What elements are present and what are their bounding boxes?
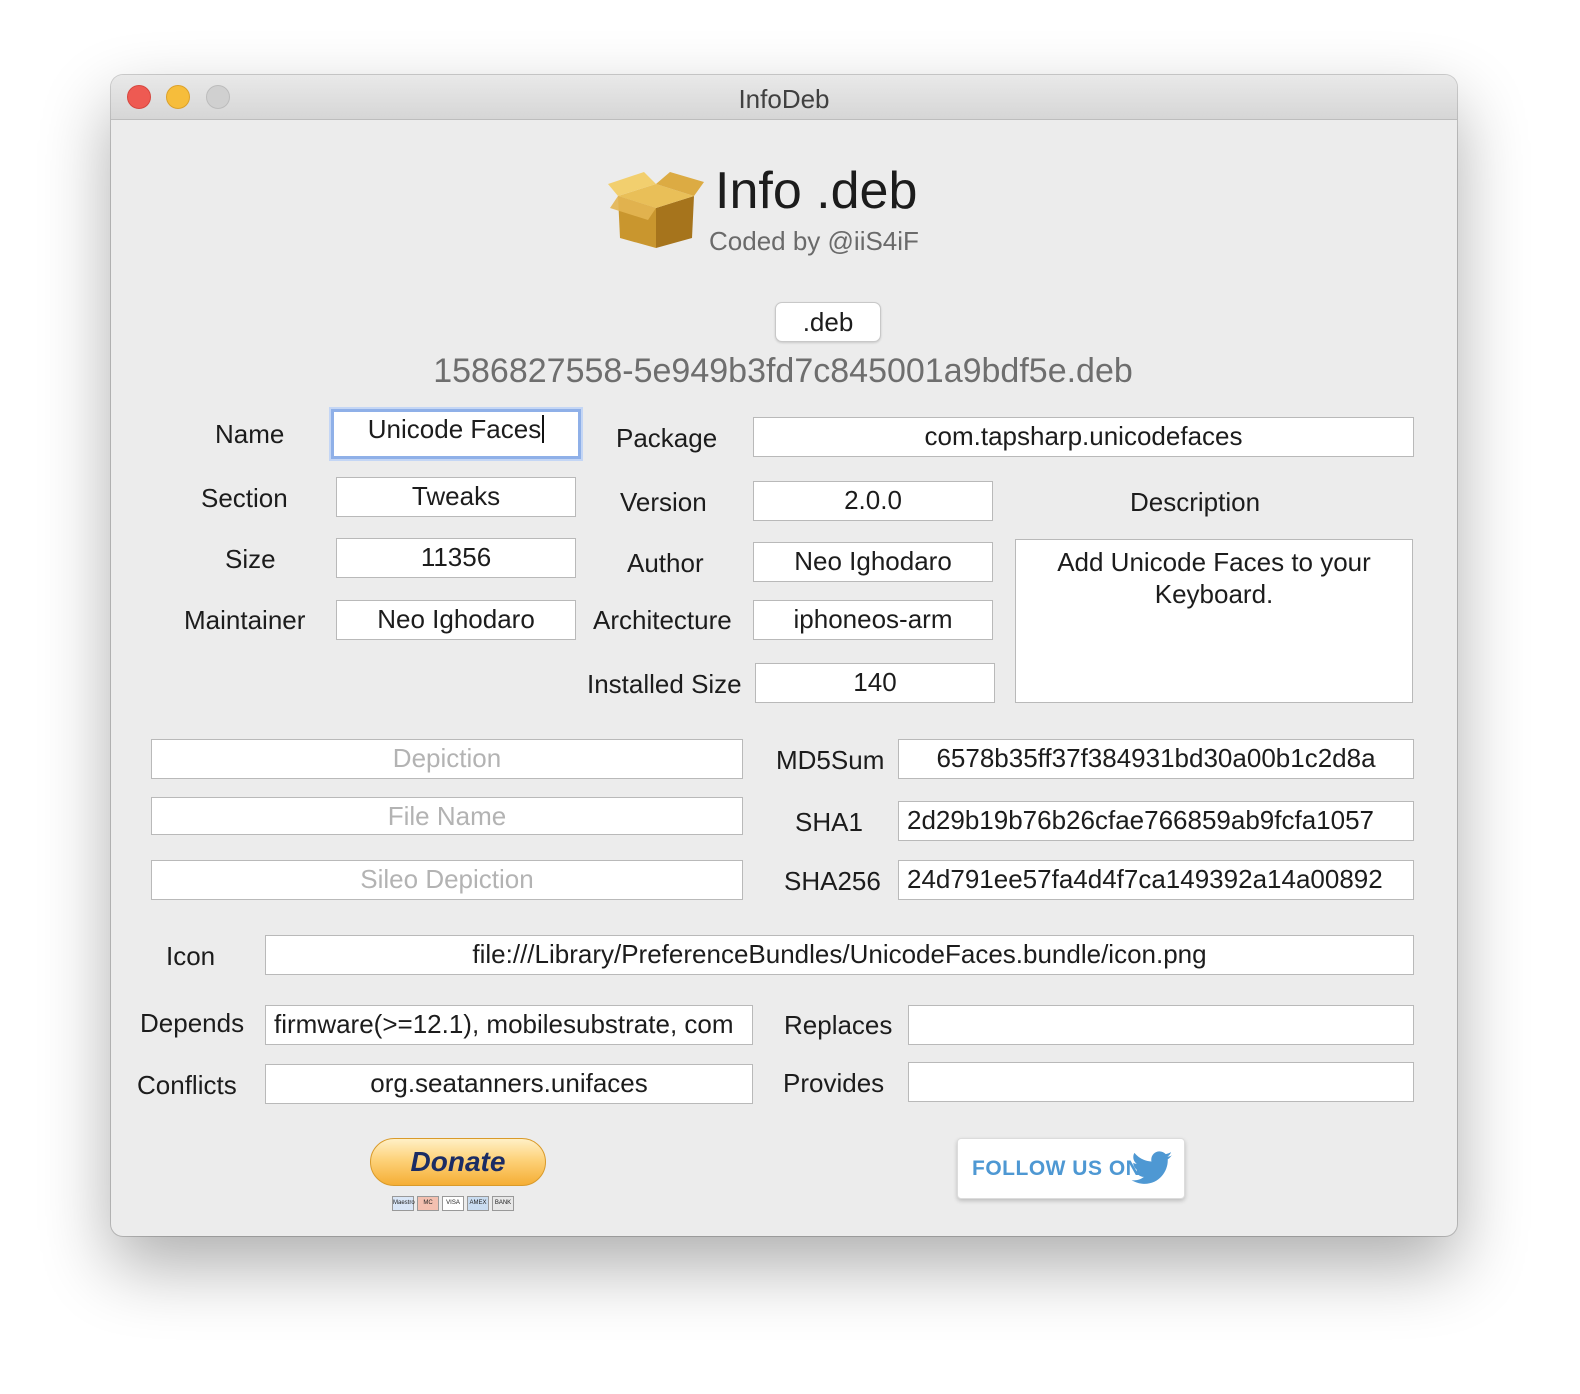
depends-label: Depends <box>140 1008 245 1038</box>
maintainer-field[interactable]: Neo Ighodaro <box>336 600 576 640</box>
amex-card-icon: AMEX <box>467 1196 489 1211</box>
architecture-label: Architecture <box>593 605 732 635</box>
author-label: Author <box>627 548 704 578</box>
follow-us-label: FOLLOW US ON <box>972 1157 1142 1180</box>
icon-path-field[interactable]: file:///Library/PreferenceBundles/Unicod… <box>265 935 1414 975</box>
open-deb-button[interactable]: .deb <box>775 302 881 342</box>
replaces-label: Replaces <box>784 1010 893 1040</box>
maintainer-label: Maintainer <box>184 605 306 635</box>
package-label: Package <box>616 423 718 453</box>
bank-card-icon: BANK <box>492 1196 514 1211</box>
section-field[interactable]: Tweaks <box>336 477 576 517</box>
sileo-depiction-field[interactable]: Sileo Depiction <box>151 860 743 900</box>
package-field[interactable]: com.tapsharp.unicodefaces <box>753 417 1414 457</box>
installed-size-field[interactable]: 140 <box>755 663 995 703</box>
app-title: Info .deb <box>715 162 918 220</box>
donate-button[interactable]: Donate <box>370 1138 546 1186</box>
donate-area: Donate Maestro MC VISA AMEX BANK <box>370 1138 548 1218</box>
installed-size-label: Installed Size <box>587 669 742 699</box>
conflicts-field[interactable]: org.seatanners.unifaces <box>265 1064 753 1104</box>
size-field[interactable]: 11356 <box>336 538 576 578</box>
version-field[interactable]: 2.0.0 <box>753 481 993 521</box>
md5sum-label: MD5Sum <box>776 745 885 775</box>
package-box-icon <box>608 172 704 248</box>
replaces-field[interactable] <box>908 1005 1414 1045</box>
architecture-field[interactable]: iphoneos-arm <box>753 600 993 640</box>
provides-label: Provides <box>783 1068 885 1098</box>
depends-field[interactable]: firmware(>=12.1), mobilesubstrate, com <box>265 1005 753 1045</box>
text-caret <box>542 415 545 443</box>
sha256-label: SHA256 <box>784 866 881 896</box>
deb-file-name: 1586827558-5e949b3fd7c845001a9bdf5e.deb <box>433 352 1133 390</box>
app-window: InfoDeb Info .deb Coded by @iiS4iF .deb … <box>111 75 1457 1236</box>
author-field[interactable]: Neo Ighodaro <box>753 542 993 582</box>
conflicts-label: Conflicts <box>137 1070 237 1100</box>
size-label: Size <box>225 544 276 574</box>
md5sum-field[interactable]: 6578b35ff37f384931bd30a00b1c2d8a <box>898 739 1414 779</box>
version-label: Version <box>620 487 707 517</box>
sha1-label: SHA1 <box>795 807 863 837</box>
name-label: Name <box>215 419 285 449</box>
icon-label: Icon <box>166 941 216 971</box>
visa-card-icon: VISA <box>442 1196 464 1211</box>
title-bar: InfoDeb <box>111 75 1457 120</box>
twitter-bird-icon <box>1131 1151 1173 1184</box>
name-value: Unicode Faces <box>367 414 542 444</box>
description-textarea[interactable]: Add Unicode Faces to your Keyboard. <box>1015 539 1413 703</box>
window-title: InfoDeb <box>738 84 830 114</box>
mastercard-card-icon: MC <box>417 1196 439 1211</box>
follow-twitter-button[interactable]: FOLLOW US ON <box>957 1138 1185 1199</box>
section-label: Section <box>201 483 288 513</box>
description-label: Description <box>1130 487 1261 517</box>
maestro-card-icon: Maestro <box>392 1196 415 1211</box>
name-field[interactable]: Unicode Faces <box>331 409 581 459</box>
app-subtitle: Coded by @iiS4iF <box>709 226 919 256</box>
provides-field[interactable] <box>908 1062 1414 1102</box>
depiction-field[interactable]: Depiction <box>151 739 743 779</box>
sha1-field[interactable]: 2d29b19b76b26cfae766859ab9fcfa1057 <box>898 801 1414 841</box>
file-name-field[interactable]: File Name <box>151 797 743 835</box>
sha256-field[interactable]: 24d791ee57fa4d4f7ca149392a14a00892 <box>898 860 1414 900</box>
